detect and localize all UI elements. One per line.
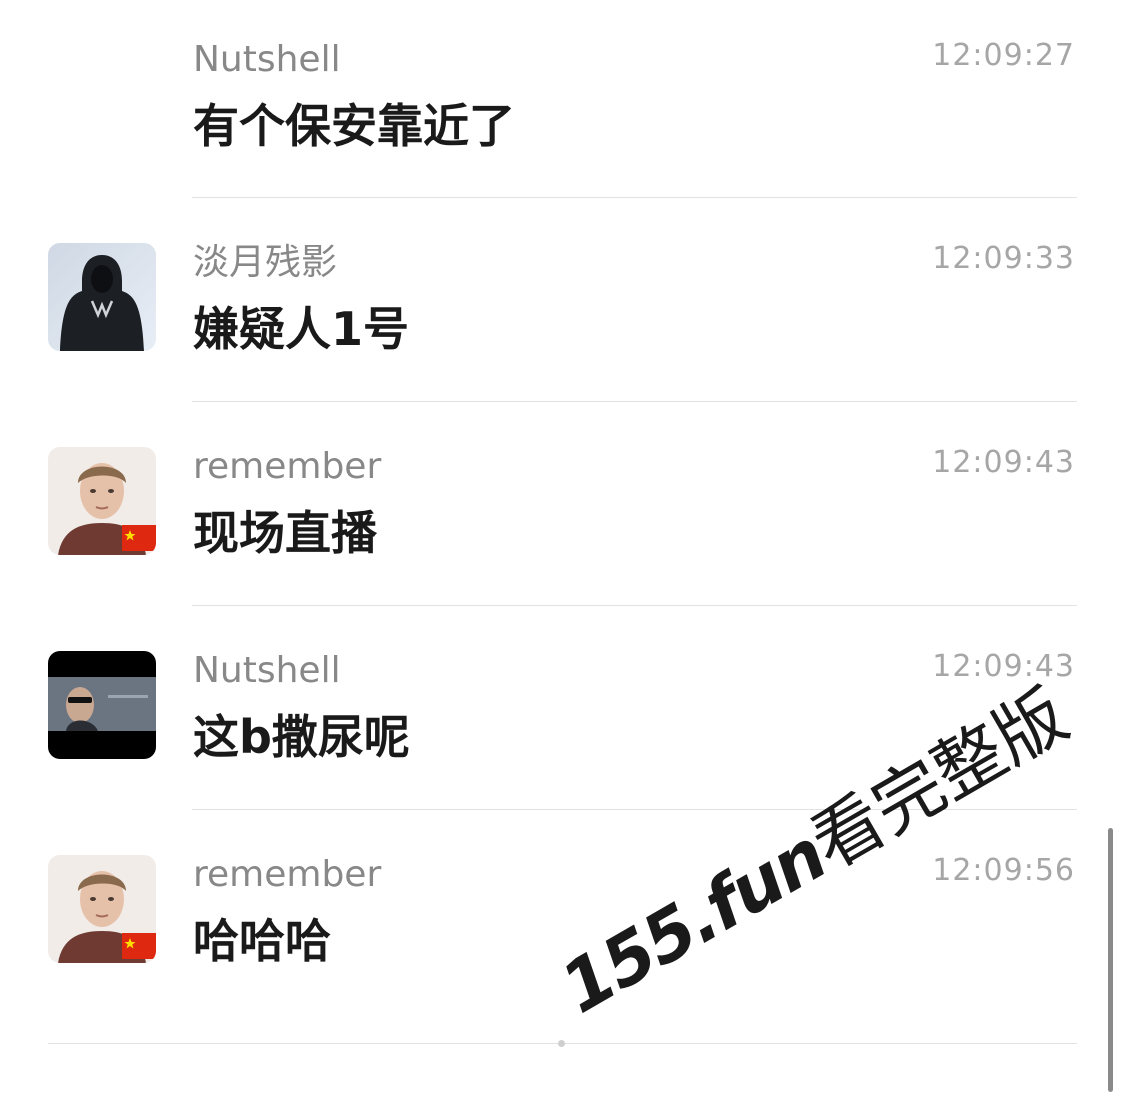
message-row[interactable]: remember 12:09:56 哈哈哈 — [0, 853, 1125, 1059]
chat-page: Nutshell 12:09:27 有个保安靠近了 淡月残影 12:09:33 … — [0, 0, 1125, 1095]
avatar-portrait[interactable] — [48, 855, 156, 963]
sender-name[interactable]: remember — [193, 447, 381, 487]
avatar-movie-still[interactable] — [48, 651, 156, 759]
scrollbar[interactable] — [1108, 828, 1113, 1092]
sender-name[interactable]: 淡月残影 — [193, 243, 337, 283]
sender-name[interactable]: remember — [193, 855, 381, 895]
sender-name[interactable]: Nutshell — [193, 40, 341, 80]
message-text[interactable]: 现场直播 — [193, 505, 377, 561]
message-row[interactable]: Nutshell 12:09:43 这b撒尿呢 — [0, 649, 1125, 855]
message-text[interactable]: 嫌疑人1号 — [193, 301, 409, 357]
message-time: 12:09:27 — [932, 38, 1075, 73]
message-text[interactable]: 有个保安靠近了 — [193, 98, 515, 154]
divider — [192, 809, 1077, 810]
avatar-hooded-figure[interactable] — [48, 243, 156, 351]
divider — [192, 401, 1077, 402]
page-dot — [558, 1040, 565, 1047]
sender-name[interactable]: Nutshell — [193, 651, 341, 691]
message-row[interactable]: Nutshell 12:09:27 有个保安靠近了 — [0, 38, 1125, 244]
message-row[interactable]: 淡月残影 12:09:33 嫌疑人1号 — [0, 241, 1125, 447]
message-time: 12:09:43 — [932, 649, 1075, 684]
divider — [192, 605, 1077, 606]
avatar-portrait[interactable] — [48, 447, 156, 555]
message-time: 12:09:43 — [932, 445, 1075, 480]
message-text[interactable]: 哈哈哈 — [193, 913, 331, 969]
message-time: 12:09:33 — [932, 241, 1075, 276]
divider — [192, 197, 1077, 198]
message-text[interactable]: 这b撒尿呢 — [193, 709, 410, 765]
message-row[interactable]: remember 12:09:43 现场直播 — [0, 445, 1125, 651]
message-time: 12:09:56 — [932, 853, 1075, 888]
